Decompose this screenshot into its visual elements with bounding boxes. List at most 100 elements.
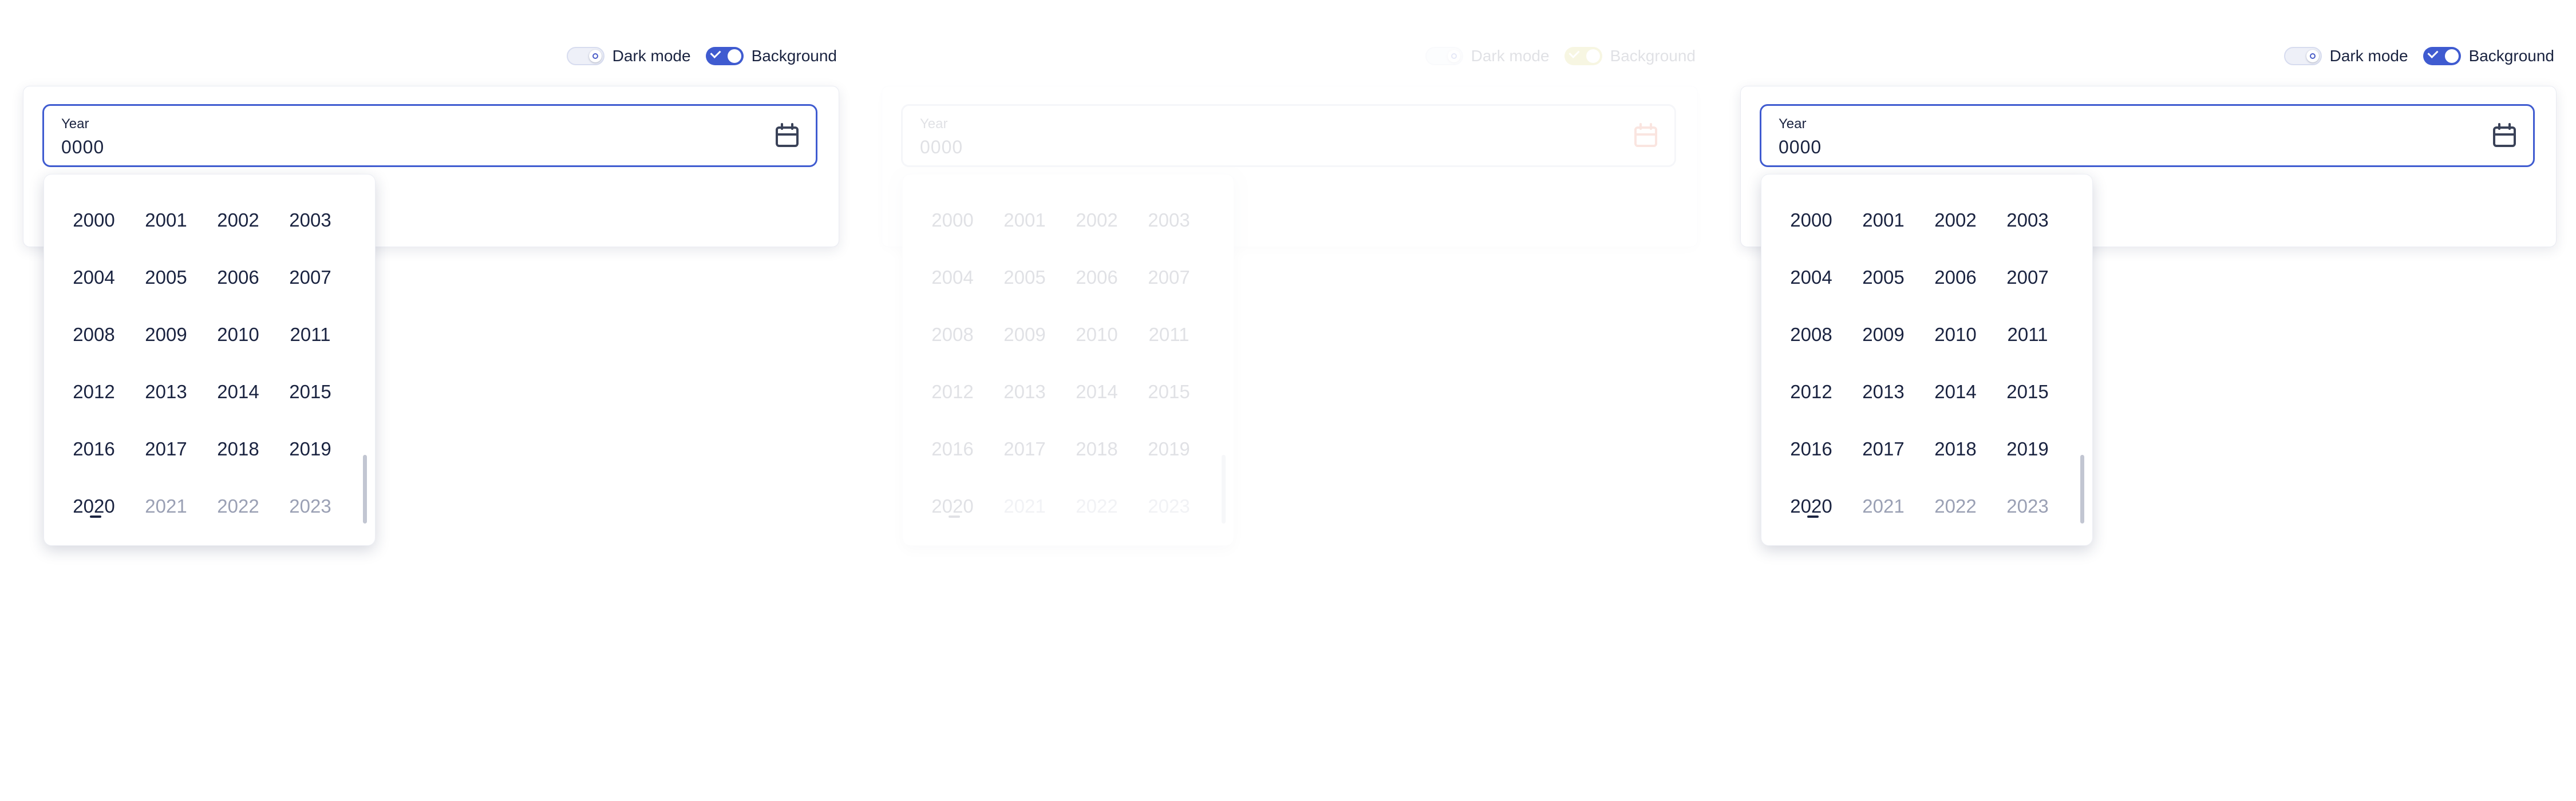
year-option[interactable]: 2002 xyxy=(1061,192,1133,249)
year-picker-dropdown: 2000 2001 2002 2003 2004 2005 2006 2007 2008 2009… xyxy=(902,174,1234,546)
year-option[interactable]: 2006 xyxy=(1919,249,1992,306)
background-toggle-group: Background xyxy=(2423,47,2554,65)
calendar-button[interactable] xyxy=(1632,122,1660,149)
year-option[interactable]: 2011 xyxy=(1133,306,1205,363)
year-option[interactable]: 2004 xyxy=(58,249,130,306)
year-field[interactable]: Year 0000 xyxy=(1760,104,2535,167)
year-option[interactable]: 2016 xyxy=(58,421,130,478)
year-option[interactable]: 2017 xyxy=(130,421,202,478)
year-option[interactable]: 2007 xyxy=(1992,249,2064,306)
toggle-bar: Dark mode Background xyxy=(566,47,837,65)
year-option[interactable]: 2015 xyxy=(1133,363,1205,421)
year-field-value[interactable]: 0000 xyxy=(1779,137,1822,158)
year-field[interactable]: Year 0000 xyxy=(901,104,1676,167)
scrollbar[interactable] xyxy=(1222,455,1226,524)
calendar-button[interactable] xyxy=(2491,122,2518,149)
calendar-ring xyxy=(1639,123,1642,130)
switch-knob xyxy=(1586,49,1600,63)
year-option[interactable]: 2018 xyxy=(1061,421,1133,478)
dark-mode-switch[interactable] xyxy=(566,47,605,65)
calendar-ring xyxy=(791,123,793,130)
scrollbar[interactable] xyxy=(2080,455,2084,524)
year-option: 2023 xyxy=(1148,495,1190,517)
dark-mode-label: Dark mode xyxy=(1471,47,1550,65)
year-option[interactable]: 2013 xyxy=(1847,363,1919,421)
year-option[interactable]: 2008 xyxy=(916,306,989,363)
year-option[interactable]: 2008 xyxy=(58,306,130,363)
year-field-value[interactable]: 0000 xyxy=(61,137,104,158)
year-option[interactable]: 2001 xyxy=(1847,192,1919,249)
year-option[interactable]: 2011 xyxy=(1992,306,2064,363)
year-option[interactable]: 2003 xyxy=(1992,192,2064,249)
year-option[interactable]: 2008 xyxy=(1775,306,1847,363)
year-option[interactable]: 2018 xyxy=(1919,421,1992,478)
calendar-button[interactable] xyxy=(773,122,801,149)
year-option[interactable]: 2004 xyxy=(1775,249,1847,306)
year-option: 2023 xyxy=(289,495,331,517)
background-switch[interactable] xyxy=(1564,47,1602,65)
year-option[interactable]: 2001 xyxy=(130,192,202,249)
switch-knob xyxy=(2444,49,2459,63)
year-option[interactable]: 2001 xyxy=(989,192,1061,249)
year-option[interactable]: 2020 xyxy=(916,478,989,535)
year-option[interactable]: 2010 xyxy=(1919,306,1992,363)
year-option[interactable]: 2006 xyxy=(202,249,274,306)
year-option[interactable]: 2016 xyxy=(1775,421,1847,478)
year-option[interactable]: 2010 xyxy=(1061,306,1133,363)
year-option[interactable]: 2012 xyxy=(1775,363,1847,421)
year-option[interactable]: 2016 xyxy=(916,421,989,478)
year-option[interactable]: 2000 xyxy=(1775,192,1847,249)
year-option[interactable]: 2014 xyxy=(1061,363,1133,421)
year-option[interactable]: 2005 xyxy=(989,249,1061,306)
year-option[interactable]: 2000 xyxy=(58,192,130,249)
calendar-ring xyxy=(2508,123,2511,130)
year-option[interactable]: 2005 xyxy=(1847,249,1919,306)
year-option[interactable]: 2018 xyxy=(202,421,274,478)
year-option[interactable]: 2002 xyxy=(202,192,274,249)
year-option[interactable]: 2020 xyxy=(58,478,130,535)
year-option[interactable]: 2015 xyxy=(1992,363,2064,421)
year-option[interactable]: 2007 xyxy=(1133,249,1205,306)
year-field-value[interactable]: 0000 xyxy=(920,137,963,158)
year-option[interactable]: 2000 xyxy=(916,192,989,249)
year-option[interactable]: 2012 xyxy=(58,363,130,421)
background-switch[interactable] xyxy=(2423,47,2461,65)
year-option[interactable]: 2013 xyxy=(989,363,1061,421)
year-option[interactable]: 2017 xyxy=(989,421,1061,478)
year-option[interactable]: 2019 xyxy=(1992,421,2064,478)
year-option[interactable]: 2007 xyxy=(274,249,346,306)
year-option[interactable]: 2005 xyxy=(130,249,202,306)
year-option: 2022 xyxy=(1934,495,1977,517)
year-option[interactable]: 2019 xyxy=(274,421,346,478)
dark-mode-switch[interactable] xyxy=(1425,47,1463,65)
year-option[interactable]: 2002 xyxy=(1919,192,1992,249)
dark-mode-switch[interactable] xyxy=(2283,47,2322,65)
year-option[interactable]: 2012 xyxy=(916,363,989,421)
year-option[interactable]: 2004 xyxy=(916,249,989,306)
toggle-bar: Dark mode Background xyxy=(2283,47,2554,65)
year-option[interactable]: 2009 xyxy=(130,306,202,363)
year-option[interactable]: 2014 xyxy=(1919,363,1992,421)
year-option[interactable]: 2010 xyxy=(202,306,274,363)
scrollbar[interactable] xyxy=(363,455,367,524)
year-option[interactable]: 2009 xyxy=(1847,306,1919,363)
year-option: 2022 xyxy=(1076,495,1118,517)
year-option[interactable]: 2015 xyxy=(274,363,346,421)
year-option[interactable]: 2011 xyxy=(274,306,346,363)
year-option[interactable]: 2003 xyxy=(1133,192,1205,249)
year-option[interactable]: 2003 xyxy=(274,192,346,249)
year-option[interactable]: 2014 xyxy=(202,363,274,421)
year-option[interactable]: 2013 xyxy=(130,363,202,421)
year-option[interactable]: 2017 xyxy=(1847,421,1919,478)
year-option: 2023 xyxy=(2006,495,2049,517)
year-option[interactable]: 2006 xyxy=(1061,249,1133,306)
check-icon xyxy=(710,47,721,59)
year-option[interactable]: 2020 xyxy=(1775,478,1847,535)
background-switch[interactable] xyxy=(705,47,744,65)
year-option[interactable]: 2019 xyxy=(1133,421,1205,478)
switch-knob xyxy=(588,50,602,62)
year-option[interactable]: 2009 xyxy=(989,306,1061,363)
dark-mode-toggle-group: Dark mode xyxy=(2283,47,2408,65)
dark-mode-toggle-group: Dark mode xyxy=(566,47,691,65)
year-field[interactable]: Year 0000 xyxy=(42,104,817,167)
